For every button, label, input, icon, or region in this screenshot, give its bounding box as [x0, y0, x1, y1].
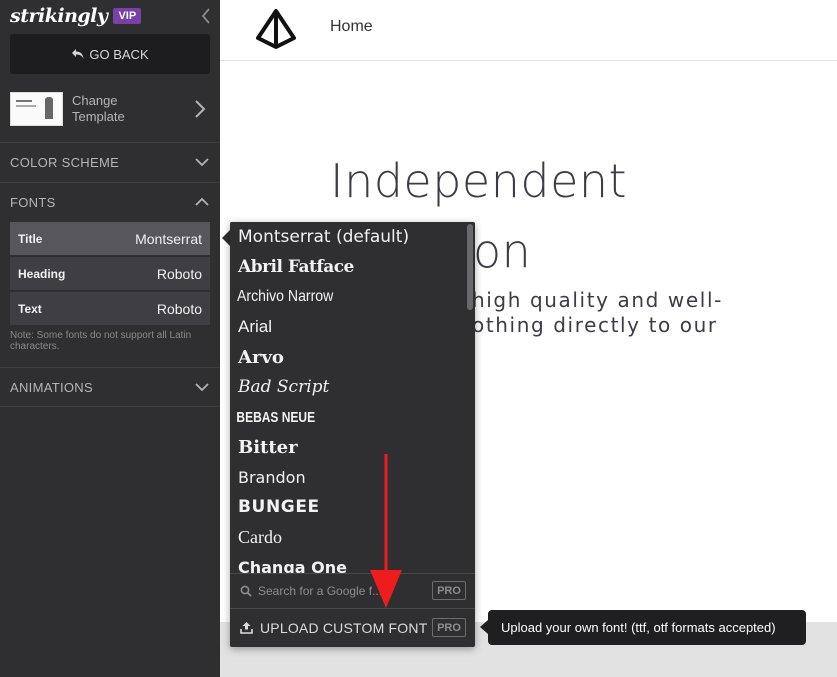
search-icon [240, 585, 252, 597]
pro-badge: PRO [432, 581, 466, 600]
animations-title: ANIMATIONS [10, 380, 93, 395]
vip-badge: VIP [113, 8, 142, 24]
font-option-bitter[interactable]: Bitter [230, 432, 475, 462]
font-option-bebas-neue[interactable]: BEBAS NEUE [230, 402, 426, 432]
color-scheme-section[interactable]: COLOR SCHEME [0, 142, 220, 182]
title-font-selector[interactable]: Title Montserrat [10, 222, 210, 255]
google-font-search: PRO [230, 573, 475, 608]
editor-sidebar: strikingly VIP GO BACK Change Template C… [0, 0, 220, 677]
font-row-label: Heading [18, 266, 66, 281]
font-row-label: Title [18, 231, 43, 246]
red-annotation-arrow-icon [370, 454, 402, 608]
collapse-sidebar-icon[interactable] [199, 7, 213, 25]
brand: strikingly VIP [10, 5, 142, 27]
font-row-value: Roboto [156, 300, 202, 317]
text-font-selector[interactable]: Text Roboto [10, 292, 210, 325]
font-option-arvo[interactable]: Arvo [230, 342, 475, 372]
font-option-changa-one[interactable]: Changa One [230, 552, 475, 575]
font-list-scrollbar[interactable] [467, 224, 473, 310]
chevron-right-icon [195, 100, 206, 118]
nav-home-link[interactable]: Home [330, 18, 373, 36]
font-list[interactable]: Montserrat (default) Abril Fatface Archi… [230, 222, 475, 574]
upload-custom-font-button[interactable]: UPLOAD CUSTOM FONT PRO [230, 608, 475, 647]
change-template-label: Change Template [72, 93, 125, 124]
heading-font-selector[interactable]: Heading Roboto [10, 257, 210, 290]
upload-icon [240, 622, 253, 634]
font-option-bad-script[interactable]: Bad Script [230, 372, 475, 402]
chevron-up-icon [195, 197, 209, 206]
template-thumbnail [10, 92, 63, 126]
font-row-label: Text [18, 301, 42, 316]
font-option-abril-fatface[interactable]: Abril Fatface [230, 252, 475, 282]
chevron-down-icon [195, 158, 209, 167]
go-back-label: GO BACK [89, 46, 149, 62]
animations-section[interactable]: ANIMATIONS [0, 367, 220, 407]
fonts-note: Note: Some fonts do not support all Lati… [10, 330, 192, 352]
font-option-montserrat[interactable]: Montserrat (default) [230, 222, 475, 252]
color-scheme-title: COLOR SCHEME [10, 155, 120, 170]
change-template-row[interactable]: Change Template [10, 88, 210, 132]
font-option-bungee[interactable]: BUNGEE [230, 492, 475, 522]
chevron-down-icon [195, 383, 209, 392]
hero-title-line: Independent [330, 154, 628, 208]
upload-font-tooltip: Upload your own font! (ttf, otf formats … [488, 610, 806, 645]
upload-custom-font-label: UPLOAD CUSTOM FONT [260, 620, 428, 636]
font-row-value: Montserrat [135, 230, 202, 247]
font-option-cardo[interactable]: Cardo [230, 522, 475, 552]
undo-arrow-icon [72, 49, 84, 59]
fonts-title: FONTS [10, 195, 56, 210]
font-option-arial[interactable]: Arial [230, 312, 475, 342]
strikingly-logo: strikingly [10, 5, 108, 27]
dropdown-caret [222, 230, 230, 246]
site-navbar: Home [220, 0, 837, 61]
fonts-section[interactable]: FONTS [0, 182, 220, 222]
font-option-archivo-narrow[interactable]: Archivo Narrow [230, 282, 446, 312]
go-back-button[interactable]: GO BACK [10, 34, 210, 74]
font-row-value: Roboto [156, 265, 202, 282]
site-logo-icon[interactable] [254, 8, 298, 50]
tooltip-caret [480, 620, 488, 634]
font-option-brandon[interactable]: Brandon [230, 462, 475, 492]
pro-badge: PRO [432, 618, 466, 637]
